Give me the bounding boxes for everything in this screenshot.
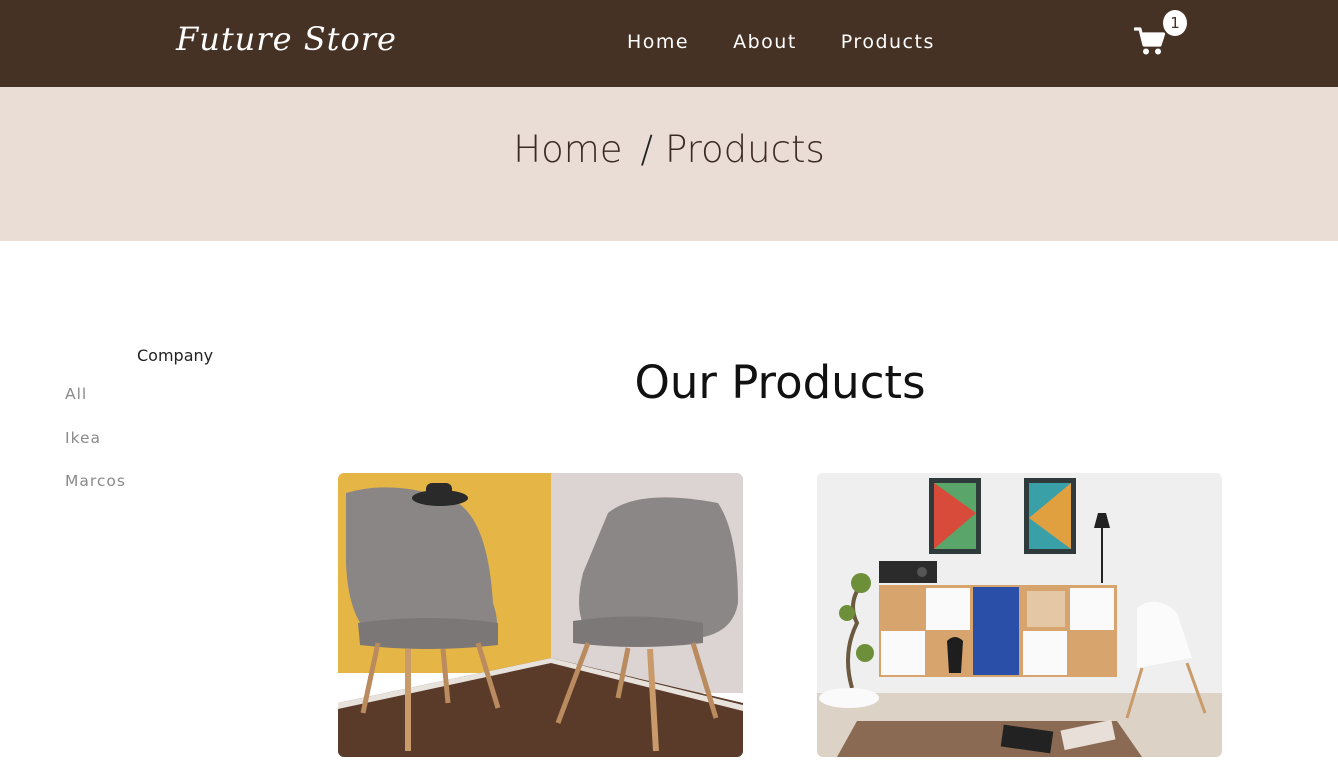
product-image-cabinet[interactable] (817, 473, 1222, 757)
breadcrumb-current: Products (664, 128, 825, 171)
nav-link-about[interactable]: About (733, 31, 797, 53)
company-filter-list: All Ikea Marcos (65, 385, 126, 516)
breadcrumb-separator: / (640, 128, 653, 171)
cart-count-badge: 1 (1163, 10, 1187, 36)
filter-marcos[interactable]: Marcos (65, 472, 126, 494)
product-image-armchairs[interactable] (338, 473, 743, 757)
page-hero: Home / Products (0, 87, 1338, 241)
filter-ikea[interactable]: Ikea (65, 429, 126, 451)
breadcrumb-home[interactable]: Home (513, 128, 622, 171)
company-filter-heading: Company (137, 346, 214, 365)
filter-all[interactable]: All (65, 385, 126, 407)
breadcrumb: Home / Products (0, 128, 1338, 171)
nav-links: Home About Products (627, 31, 935, 53)
brand-logo[interactable]: Future Store (176, 20, 397, 58)
product-card[interactable] (338, 473, 743, 757)
section-title: Our Products (634, 356, 926, 409)
nav-link-home[interactable]: Home (627, 31, 689, 53)
product-card[interactable] (817, 473, 1222, 757)
nav-link-products[interactable]: Products (841, 31, 935, 53)
cart-icon (1134, 27, 1166, 55)
navbar: Future Store Home About Products 1 (0, 0, 1338, 87)
